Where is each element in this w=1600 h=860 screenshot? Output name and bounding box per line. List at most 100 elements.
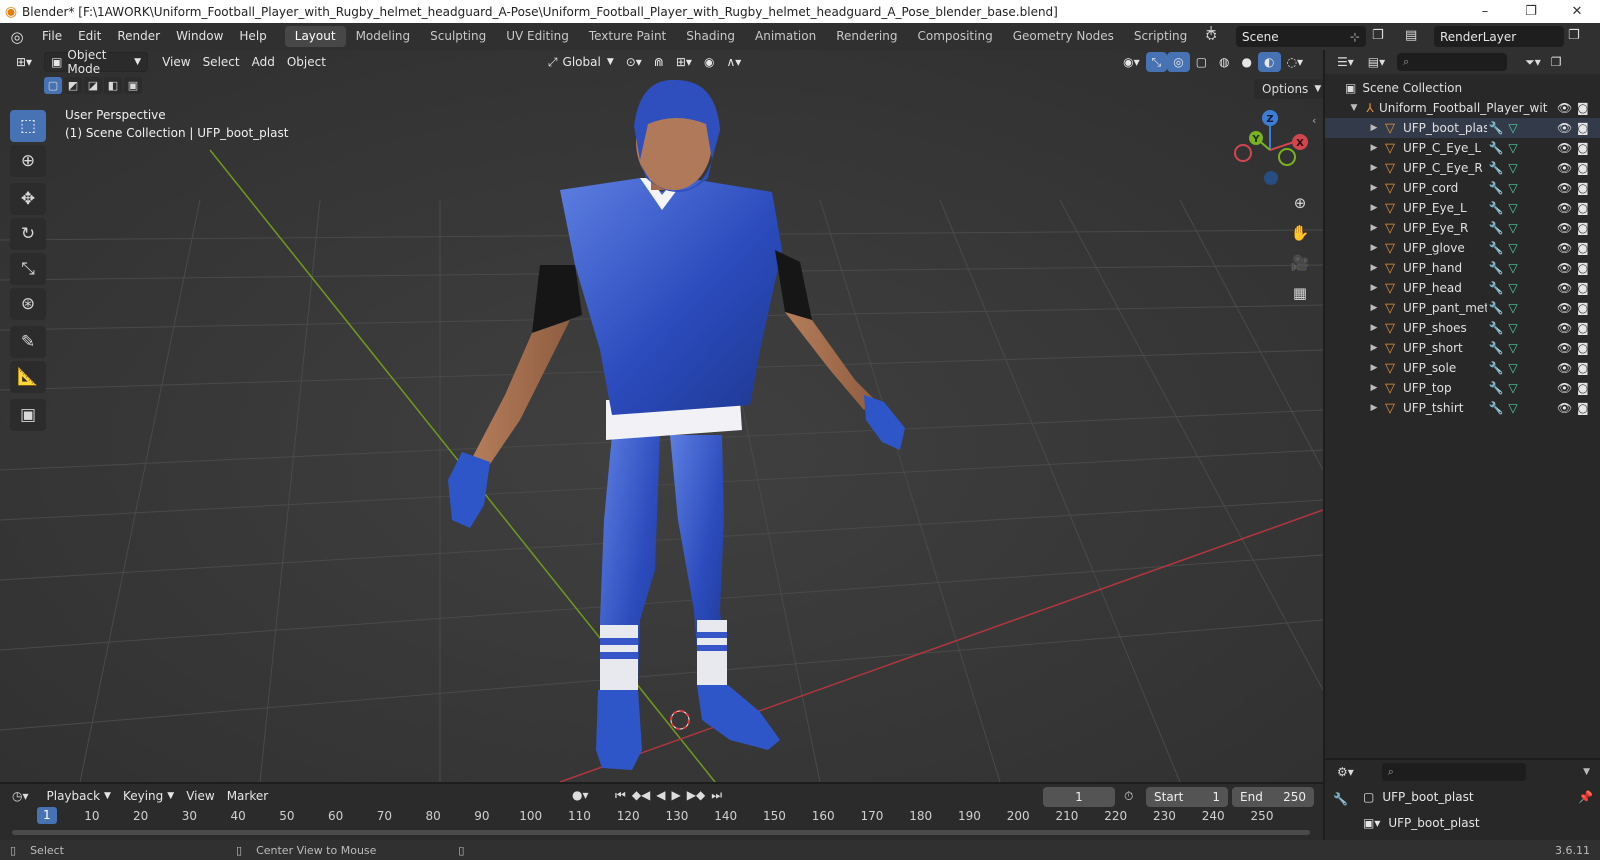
visibility-eye-icon[interactable]: 👁 (1557, 201, 1572, 215)
menu-render[interactable]: Render (109, 23, 168, 50)
timeline-scrollbar[interactable] (12, 830, 1310, 835)
modifier-wrench-icon[interactable]: 🔧 (1487, 201, 1505, 215)
end-frame-field[interactable]: End 250 (1232, 787, 1314, 807)
visibility-eye-icon[interactable]: 👁 (1557, 341, 1572, 355)
render-camera-icon[interactable]: ◙ (1577, 381, 1589, 395)
close-button[interactable]: ✕ (1554, 0, 1600, 23)
render-camera-icon[interactable]: ◙ (1577, 181, 1589, 195)
mesh-data-icon[interactable]: ▽ (1505, 141, 1521, 155)
tab-modeling[interactable]: Modeling (346, 26, 421, 47)
visibility-eye-icon[interactable]: 👁 (1557, 401, 1572, 415)
play-reverse-icon[interactable]: ◀ (656, 788, 665, 803)
display-mode-icon[interactable]: ▤▾ (1368, 55, 1385, 69)
modifier-wrench-icon[interactable]: 🔧 (1487, 141, 1505, 155)
expand-arrow-icon[interactable]: ▶ (1367, 183, 1381, 193)
expand-arrow-icon[interactable]: ▶ (1367, 163, 1381, 173)
current-frame-field[interactable]: 1 (1043, 787, 1115, 807)
transform-tool-icon[interactable]: ⊛ (10, 288, 46, 320)
visibility-eye-icon[interactable]: 👁 (1557, 241, 1572, 255)
outliner-object-row[interactable]: ▶ ▽ UFP_Eye_R 🔧 ▽ 👁 ◙ (1325, 218, 1600, 238)
tab-animation[interactable]: Animation (745, 26, 826, 47)
render-camera-icon[interactable]: ◙ (1577, 321, 1589, 335)
visibility-eye-icon[interactable]: 👁 (1557, 221, 1572, 235)
prev-keyframe-icon[interactable]: ◆◀ (632, 788, 650, 803)
outliner-object-row[interactable]: ▶ ▽ UFP_boot_plast 🔧 ▽ 👁 ◙ (1325, 118, 1600, 138)
modifier-wrench-icon[interactable]: 🔧 (1487, 381, 1505, 395)
maximize-button[interactable]: ❐ (1508, 0, 1554, 23)
render-camera-icon[interactable]: ◙ (1577, 101, 1589, 115)
tool-tab-icon[interactable]: 🔧 (1333, 792, 1348, 806)
modifier-wrench-icon[interactable]: 🔧 (1487, 221, 1505, 235)
expand-arrow-icon[interactable]: ▶ (1367, 143, 1381, 153)
select-invert-icon[interactable]: ◧ (104, 77, 122, 94)
scene-type-icon[interactable]: ⛭ (1206, 28, 1216, 43)
render-camera-icon[interactable]: ◙ (1577, 281, 1589, 295)
outliner-object-row[interactable]: ▶ ▽ UFP_C_Eye_L 🔧 ▽ 👁 ◙ (1325, 138, 1600, 158)
marker-menu[interactable]: Marker (221, 786, 274, 806)
outliner-object-row[interactable]: ▶ ▽ UFP_pant_met 🔧 ▽ 👁 ◙ (1325, 298, 1600, 318)
chevron-down-icon[interactable]: ▼ (1583, 767, 1590, 777)
visibility-eye-icon[interactable]: 👁 (1557, 101, 1572, 115)
select-new-icon[interactable]: ▢ (44, 77, 62, 94)
tab-layout[interactable]: Layout (284, 26, 346, 47)
modifier-wrench-icon[interactable]: 🔧 (1487, 121, 1505, 135)
tab-shading[interactable]: Shading (676, 26, 745, 47)
menu-view[interactable]: View (156, 52, 196, 72)
properties-editor-type-icon[interactable]: ⚙▾ (1337, 765, 1354, 779)
modifier-wrench-icon[interactable]: 🔧 (1487, 321, 1505, 335)
options-dropdown[interactable]: Options ▼ (1254, 79, 1323, 99)
pan-hand-icon[interactable]: ✋ (1287, 220, 1313, 246)
render-camera-icon[interactable]: ◙ (1577, 141, 1589, 155)
outliner-search-input[interactable]: ⌕ (1397, 53, 1508, 71)
rotate-tool-icon[interactable]: ↻ (10, 218, 46, 250)
timeline-editor-type-icon[interactable]: ◷▾ (12, 789, 29, 803)
properties-search-input[interactable]: ⌕ (1381, 763, 1526, 781)
frame-ruler[interactable]: 1 10 20 30 40 50 60 70 80 90 100 110 120 130 140 150 160… (0, 807, 1323, 827)
view-layer-type-icon[interactable]: ▤ (1405, 28, 1417, 43)
wireframe-shading-icon[interactable]: ◍ (1213, 52, 1235, 72)
select-box-tool-icon[interactable]: ⬚ (10, 110, 46, 142)
filter-icon[interactable]: ⏷▾ (1525, 55, 1541, 70)
expand-arrow-icon[interactable]: ▶ (1367, 243, 1381, 253)
render-camera-icon[interactable]: ◙ (1577, 161, 1589, 175)
keying-menu[interactable]: Keying ▼ (117, 786, 180, 806)
mesh-data-icon[interactable]: ▽ (1505, 361, 1521, 375)
pin-icon[interactable]: 📌 (1578, 790, 1593, 804)
expand-arrow-icon[interactable]: ▶ (1367, 263, 1381, 273)
3d-viewport[interactable]: Z X Y ⊞▾ ▣ Object Mode ▼ View Select Add… (0, 50, 1323, 782)
expand-arrow-icon[interactable]: ▶ (1367, 363, 1381, 373)
mesh-data-icon[interactable]: ▽ (1505, 261, 1521, 275)
pin-icon[interactable]: ⊹ (1350, 30, 1360, 44)
timeline-view-menu[interactable]: View (180, 786, 220, 806)
expand-arrow-icon[interactable]: ▼ (1347, 103, 1361, 113)
playback-menu[interactable]: Playback ▼ (41, 786, 117, 806)
new-collection-icon[interactable]: ❐ (1551, 55, 1562, 69)
mesh-data-icon[interactable]: ▽ (1505, 161, 1521, 175)
mesh-data-icon[interactable]: ▽ (1505, 401, 1521, 415)
outliner-object-row[interactable]: ▶ ▽ UFP_cord 🔧 ▽ 👁 ◙ (1325, 178, 1600, 198)
proportional-edit-icon[interactable]: ◉ (698, 52, 720, 72)
jump-end-icon[interactable]: ⏭ (711, 788, 722, 803)
xray-icon[interactable]: ▢ (1190, 52, 1213, 72)
render-camera-icon[interactable]: ◙ (1577, 261, 1589, 275)
menu-help[interactable]: Help (231, 23, 274, 50)
outliner-object-row[interactable]: ▶ ▽ UFP_hand 🔧 ▽ 👁 ◙ (1325, 258, 1600, 278)
new-scene-icon[interactable]: ❐ (1372, 28, 1384, 43)
visibility-eye-icon[interactable]: 👁 (1557, 321, 1572, 335)
menu-file[interactable]: File (34, 23, 70, 50)
outliner-object-row[interactable]: ▶ ▽ UFP_tshirt 🔧 ▽ 👁 ◙ (1325, 398, 1600, 418)
mesh-name-row[interactable]: ▣▾ UFP_boot_plast (1363, 816, 1480, 830)
measure-tool-icon[interactable]: 📐 (10, 361, 46, 393)
outliner-object-row[interactable]: ▶ ▽ UFP_head 🔧 ▽ 👁 ◙ (1325, 278, 1600, 298)
render-camera-icon[interactable]: ◙ (1577, 121, 1589, 135)
expand-arrow-icon[interactable]: ▶ (1367, 323, 1381, 333)
scene-collection-row[interactable]: ▣ Scene Collection (1325, 78, 1600, 98)
sidebar-toggle-icon[interactable]: ‹ (1312, 114, 1316, 127)
minimize-button[interactable]: – (1462, 0, 1508, 23)
scale-tool-icon[interactable]: ⤡ (10, 253, 46, 285)
rendered-shading-icon[interactable]: ◌▾ (1281, 52, 1310, 72)
expand-arrow-icon[interactable]: ▶ (1367, 203, 1381, 213)
cursor-tool-icon[interactable]: ⊕ (10, 145, 46, 177)
editor-type-icon[interactable]: ⊞▾ (10, 52, 38, 72)
outliner-object-row[interactable]: ▶ ▽ UFP_shoes 🔧 ▽ 👁 ◙ (1325, 318, 1600, 338)
